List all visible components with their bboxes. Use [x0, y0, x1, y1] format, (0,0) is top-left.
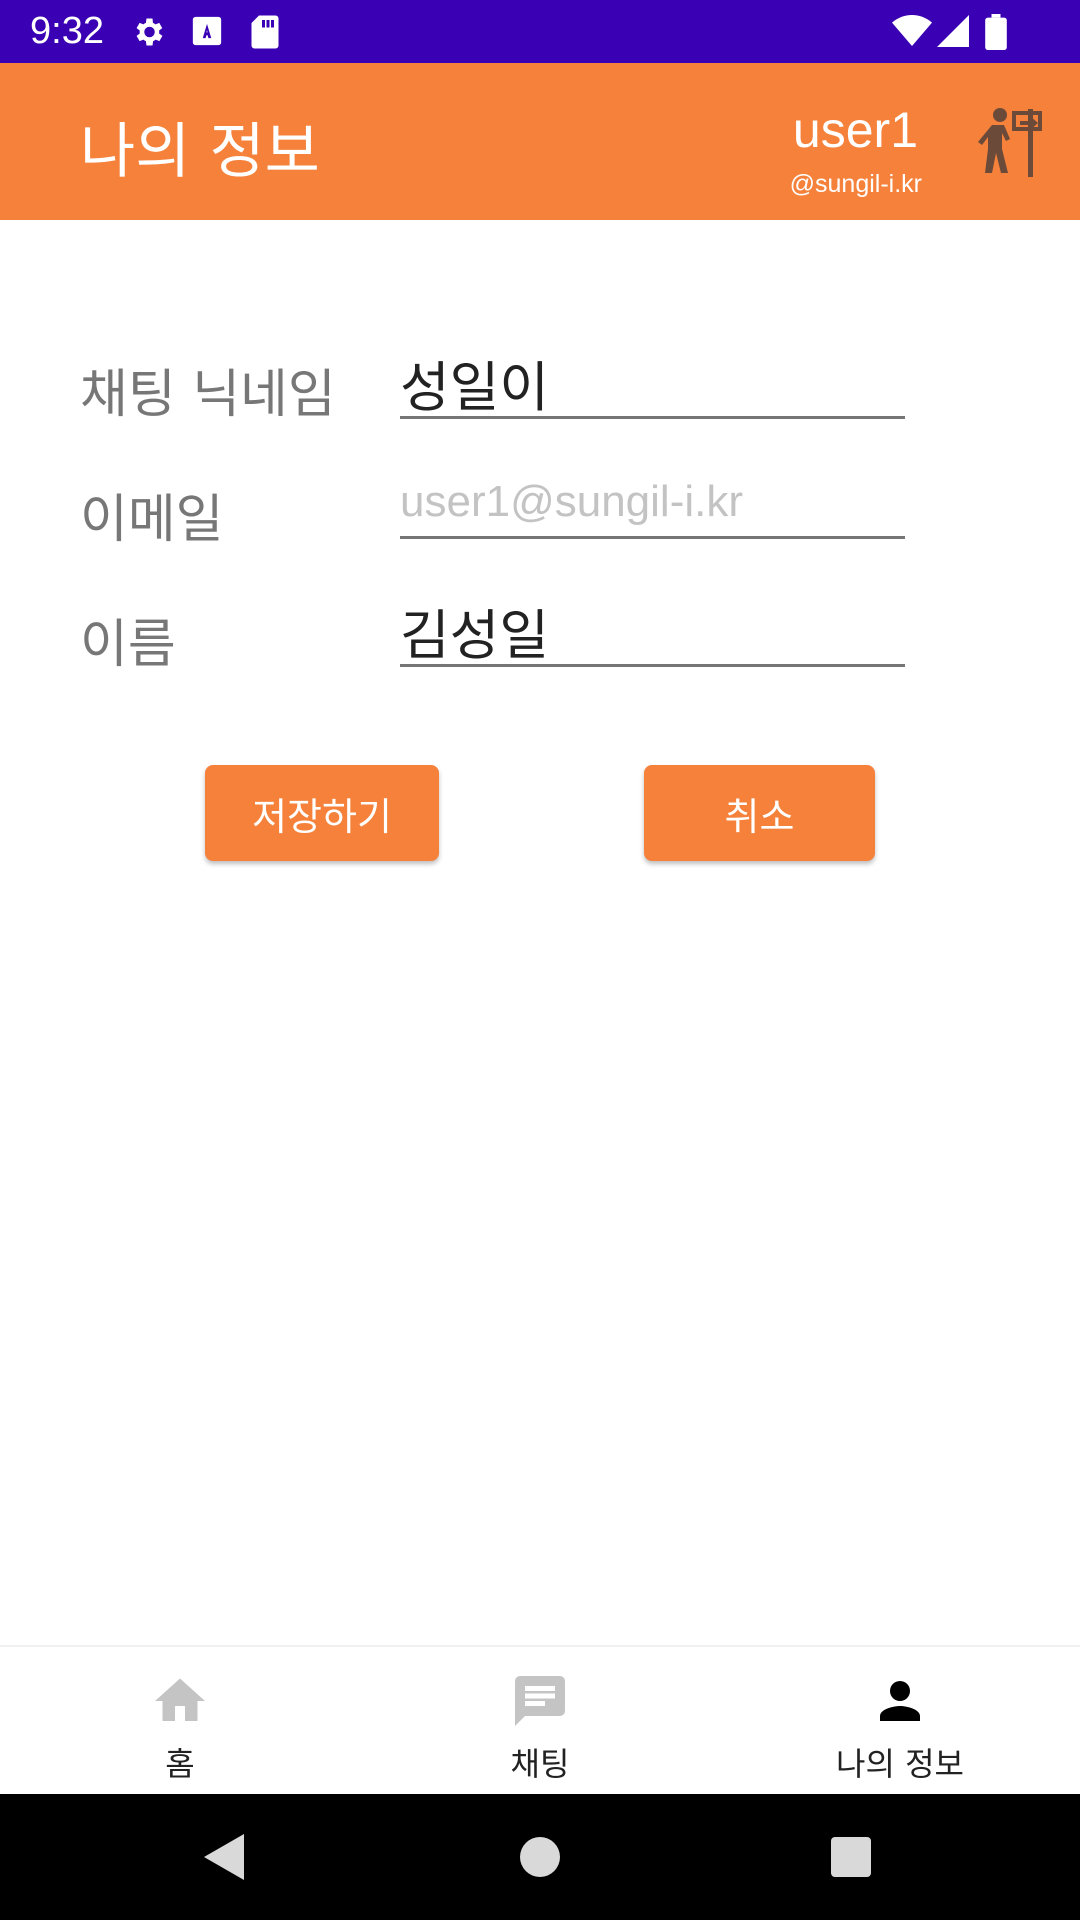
- nav-item-chat[interactable]: 채팅: [360, 1647, 720, 1796]
- nav-item-my-info[interactable]: 나의 정보: [720, 1647, 1080, 1796]
- nav-item-home[interactable]: 홈: [0, 1647, 360, 1796]
- logout-exit-icon[interactable]: [978, 105, 1050, 181]
- user-email: @sungil-i.kr: [789, 170, 922, 198]
- sd-card-icon: [250, 14, 280, 54]
- signal-icon: [937, 14, 969, 52]
- home-circle-icon[interactable]: [520, 1837, 560, 1881]
- save-button[interactable]: 저장하기: [205, 765, 439, 861]
- app-bar: 나의 정보 user1 @sungil-i.kr: [0, 63, 1080, 220]
- status-time: 9:32: [30, 10, 104, 52]
- status-bar: 9:32: [0, 0, 1080, 63]
- bottom-navigation: 홈 채팅 나의 정보: [0, 1645, 1080, 1796]
- font-download-icon: [190, 14, 224, 52]
- nickname-field[interactable]: [400, 348, 905, 419]
- cancel-button[interactable]: 취소: [644, 765, 875, 861]
- nickname-label: 채팅 닉네임: [80, 365, 336, 425]
- nav-label-my-info: 나의 정보: [836, 1745, 964, 1783]
- email-label: 이메일: [80, 490, 224, 550]
- nav-label-home: 홈: [165, 1745, 195, 1783]
- name-field[interactable]: [400, 596, 905, 667]
- user-name: user1: [792, 102, 918, 158]
- page-title: 나의 정보: [80, 117, 320, 187]
- battery-icon: [985, 14, 1007, 54]
- chat-icon: [510, 1671, 570, 1731]
- back-icon[interactable]: [204, 1834, 244, 1884]
- nav-label-chat: 채팅: [510, 1745, 570, 1783]
- home-icon: [150, 1671, 210, 1731]
- system-navigation-bar: [0, 1794, 1080, 1920]
- person-icon: [870, 1671, 930, 1731]
- name-label: 이름: [80, 615, 176, 675]
- gear-icon: [130, 14, 166, 54]
- recents-icon[interactable]: [831, 1837, 871, 1881]
- email-field: [400, 468, 905, 539]
- wifi-icon: [892, 14, 932, 52]
